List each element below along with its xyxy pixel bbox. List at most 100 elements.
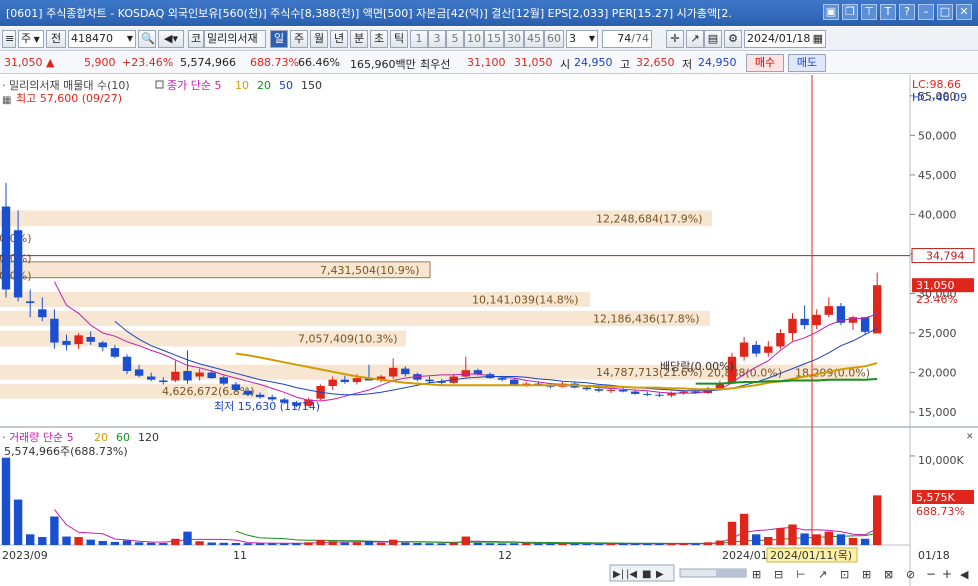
y-tick-label: 55,000: [918, 90, 957, 103]
tool-icon[interactable]: T: [880, 4, 896, 20]
stock-chart[interactable]: 12,248,684(17.9%) 7,431,504(10.9%) 10,141,…: [0, 75, 978, 586]
search-icon[interactable]: 🔍: [138, 30, 156, 48]
candle-body: [255, 394, 265, 398]
period-second[interactable]: 초: [370, 30, 388, 48]
candle-body: [800, 318, 809, 326]
turnover-rate: 66.46%: [298, 56, 340, 69]
volume-bar: [691, 543, 700, 545]
candle-body: [497, 378, 507, 380]
y-tick-label: 40,000: [918, 208, 957, 221]
candle-body: [643, 393, 652, 395]
settings-icon[interactable]: ⚙: [724, 30, 742, 48]
first-page-icon[interactable]: ▶|: [613, 569, 624, 580]
close-icon[interactable]: ✕: [956, 4, 972, 20]
scroll-thumb[interactable]: [716, 569, 746, 577]
volume-bar: [667, 543, 676, 545]
maximize-icon[interactable]: □: [937, 4, 953, 20]
period-month[interactable]: 월: [310, 30, 328, 48]
market-select[interactable]: 주 ▼: [18, 30, 44, 48]
volume-bar: [485, 543, 495, 545]
stock-code-input[interactable]: 418470 ▼: [68, 30, 136, 48]
toggle-icon[interactable]: ⊞: [752, 568, 761, 581]
interval-10[interactable]: 10: [464, 30, 484, 48]
pin-icon[interactable]: ⊤: [861, 4, 877, 20]
volume-bar: [631, 543, 640, 545]
help-icon[interactable]: ?: [899, 4, 915, 20]
minimize-icon[interactable]: –: [918, 4, 934, 20]
volume-bar: [13, 499, 23, 545]
prev-icon[interactable]: |◀: [626, 569, 637, 580]
candle-body: [764, 346, 773, 353]
interval-1[interactable]: 1: [410, 30, 428, 48]
period-year[interactable]: 년: [330, 30, 348, 48]
restore-icon[interactable]: ❐: [842, 4, 858, 20]
candle-body: [207, 372, 216, 379]
volume-bar: [449, 542, 458, 545]
count-input[interactable]: 74/74: [602, 30, 652, 48]
interval-30[interactable]: 30: [504, 30, 524, 48]
x-label-2023-09: 2023/09: [2, 549, 48, 562]
interval-3[interactable]: 3: [428, 30, 446, 48]
volume-bar: [195, 541, 204, 545]
volume-bar: [618, 543, 628, 545]
candle-body: [582, 387, 591, 390]
interval-input[interactable]: 3 ▼: [566, 30, 598, 48]
period-tick[interactable]: 틱: [390, 30, 408, 48]
interval-60[interactable]: 60: [544, 30, 564, 48]
period-week[interactable]: 주: [290, 30, 308, 48]
volume-bar: [74, 536, 83, 545]
crosshair-icon[interactable]: ✛: [666, 30, 684, 48]
candle-body: [13, 230, 23, 298]
zoom-area-icon[interactable]: ⊠: [884, 568, 893, 581]
interval-15[interactable]: 15: [484, 30, 504, 48]
volume-bar: [873, 495, 882, 545]
next-icon[interactable]: ▶: [656, 569, 664, 580]
x-label-right: 01/18: [918, 549, 950, 562]
zoom-reset-icon[interactable]: ⊘: [906, 568, 915, 581]
volume-bar: [352, 542, 362, 545]
zoom-out-icon[interactable]: −: [926, 567, 936, 581]
volume-bar: [812, 534, 821, 545]
select-icon[interactable]: ⊟: [774, 568, 783, 581]
ruler-icon[interactable]: ⊢: [796, 568, 806, 581]
candle-body: [812, 314, 821, 326]
volume-bar: [292, 543, 301, 545]
period-minute[interactable]: 분: [350, 30, 368, 48]
volume-bar: [401, 542, 410, 545]
price-change: 5,900: [84, 56, 116, 69]
candle-body: [352, 378, 362, 383]
volume-bar: [62, 536, 71, 545]
market-type-badge: 코: [188, 30, 204, 48]
interval-45[interactable]: 45: [524, 30, 544, 48]
sell-button[interactable]: 매도: [788, 54, 826, 72]
interval-5[interactable]: 5: [446, 30, 464, 48]
draw-icon[interactable]: ↗: [818, 568, 827, 581]
layer-icon[interactable]: ⊡: [840, 568, 849, 581]
volume-bar: [582, 543, 591, 545]
volume-bar: [836, 534, 846, 545]
menu-icon[interactable]: ≡: [2, 30, 16, 48]
all-button[interactable]: 전: [46, 30, 66, 48]
high-note: 최고 57,600 (09/27): [16, 92, 122, 105]
layout-icon[interactable]: ▣: [823, 4, 839, 20]
fit-icon[interactable]: ⊞: [862, 568, 871, 581]
add-indicator-icon[interactable]: ◀: [960, 568, 969, 581]
volume-bar: [437, 543, 446, 545]
zoom-in-icon[interactable]: +: [942, 567, 952, 581]
date-input[interactable]: 2024/01/18 ▦: [744, 30, 826, 48]
chart-toolbar: ≡ 주 ▼ 전 418470 ▼ 🔍 ◀▾ 코 밀리의서재 일 주 월 년 분 …: [0, 27, 978, 51]
buy-button[interactable]: 매수: [746, 54, 784, 72]
trend-icon[interactable]: ↗: [686, 30, 704, 48]
volume-ratio: 688.73%: [250, 56, 299, 69]
volume-bar: [134, 542, 144, 545]
candle-body: [183, 370, 192, 381]
stop-icon[interactable]: ■: [642, 569, 651, 580]
speaker-icon[interactable]: ◀▾: [158, 30, 184, 48]
volume-bar: [231, 542, 241, 545]
close-pane-icon[interactable]: ✕: [966, 432, 974, 442]
period-day[interactable]: 일: [270, 30, 288, 48]
save-icon[interactable]: ▤: [704, 30, 722, 48]
window-controls: ▣ ❐ ⊤ T ? – □ ✕: [823, 4, 972, 20]
change-percent: +23.46%: [122, 56, 174, 69]
candle-body: [389, 367, 398, 377]
